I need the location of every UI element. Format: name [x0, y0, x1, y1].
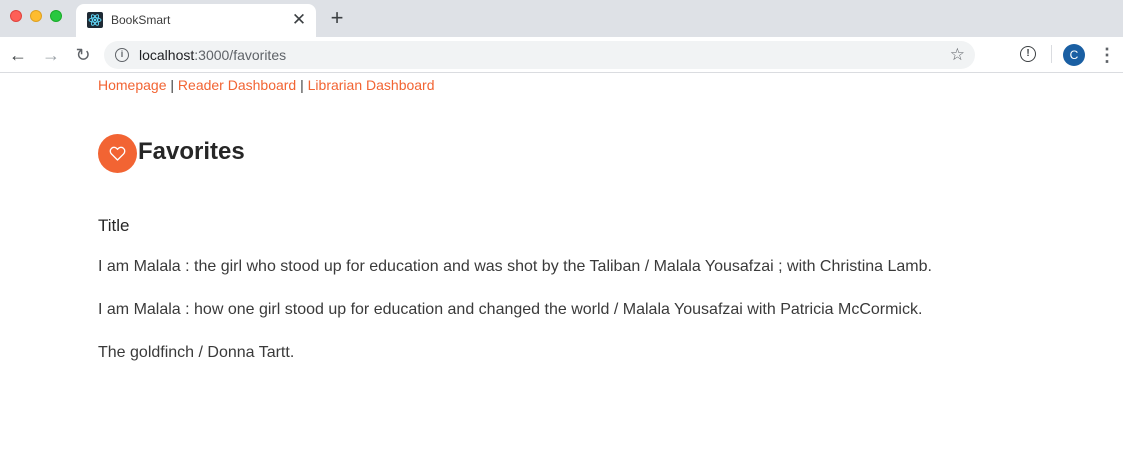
new-tab-button[interactable]: + — [327, 7, 347, 29]
info-icon[interactable]: i — [115, 48, 129, 62]
nav-separator: | — [170, 77, 175, 93]
address-bar[interactable]: i localhost:3000/favorites ☆ — [104, 41, 975, 69]
nav-separator: | — [300, 77, 304, 93]
maximize-window-button[interactable] — [50, 10, 62, 22]
tab-title: BookSmart — [111, 13, 171, 27]
forward-arrow-icon[interactable]: → — [40, 44, 62, 66]
top-nav: Homepage | Reader Dashboard | Librarian … — [98, 77, 435, 93]
minimize-window-button[interactable] — [30, 10, 42, 22]
extension-icon[interactable]: ! — [1020, 46, 1036, 62]
title-column-header: Title — [98, 216, 130, 235]
profile-avatar[interactable]: C — [1063, 44, 1085, 66]
url-text[interactable]: localhost:3000/favorites — [139, 47, 286, 63]
react-favicon-icon — [87, 12, 103, 28]
nav-link-homepage[interactable]: Homepage — [98, 77, 167, 93]
page-content: Homepage | Reader Dashboard | Librarian … — [0, 74, 1123, 452]
url-host: localhost — [139, 47, 195, 63]
kebab-menu-icon[interactable]: ⋮ — [1098, 44, 1116, 66]
nav-link-reader-dashboard[interactable]: Reader Dashboard — [178, 77, 296, 93]
url-path: :3000/favorites — [194, 47, 287, 63]
toolbar-divider — [1051, 45, 1052, 63]
favorite-book-row: The goldfinch / Donna Tartt. — [98, 344, 295, 361]
tab-strip: BookSmart ✕ + — [0, 0, 1123, 37]
heart-icon — [98, 134, 137, 173]
browser-toolbar: ← → ↻ i localhost:3000/favorites ☆ — [0, 37, 1123, 73]
browser-tab[interactable]: BookSmart ✕ — [76, 4, 316, 37]
tab-close-icon[interactable]: ✕ — [290, 11, 308, 29]
bookmark-star-icon[interactable]: ☆ — [950, 45, 965, 65]
favorite-book-row: I am Malala : the girl who stood up for … — [98, 258, 932, 275]
nav-link-librarian-dashboard[interactable]: Librarian Dashboard — [308, 77, 435, 93]
reload-icon[interactable]: ↻ — [72, 44, 94, 66]
close-window-button[interactable] — [10, 10, 22, 22]
favorite-book-row: I am Malala : how one girl stood up for … — [98, 301, 923, 318]
page-title: Favorites — [138, 138, 245, 165]
back-arrow-icon[interactable]: ← — [7, 44, 29, 66]
